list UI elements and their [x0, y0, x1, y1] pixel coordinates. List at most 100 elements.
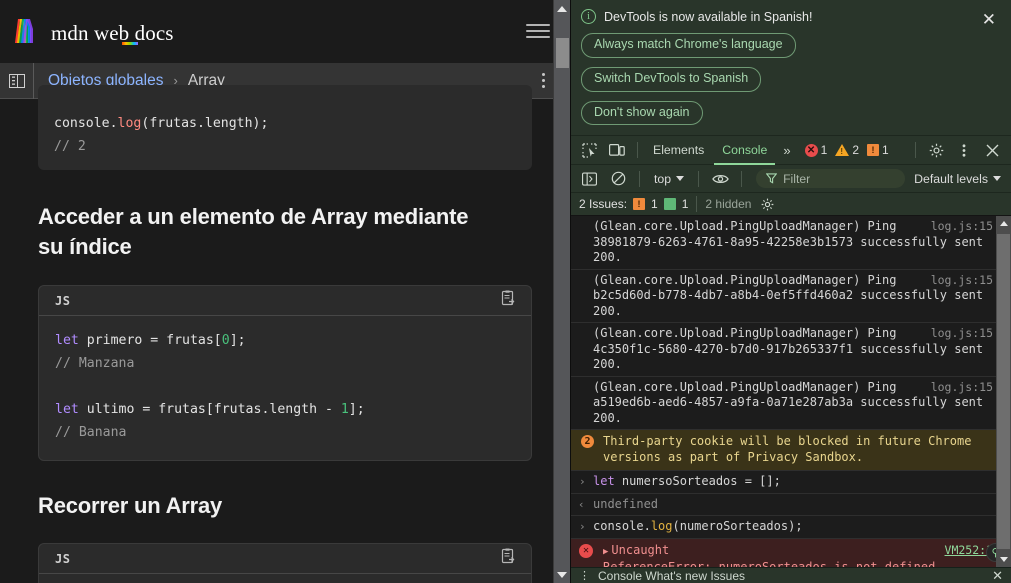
tab-console[interactable]: Console [714, 136, 776, 165]
clipboard-copy-icon[interactable] [500, 290, 517, 312]
console-error-row[interactable]: ✕ VM252:1 ▶Uncaught ReferenceError: nume… [571, 538, 1011, 567]
console-scrollbar[interactable] [996, 216, 1011, 567]
filter-icon [766, 173, 778, 184]
close-devtools-icon[interactable] [979, 138, 1005, 162]
code-block-header: JS [39, 544, 531, 574]
issue-badge-icon: ! [867, 144, 879, 157]
info-badge-icon [663, 198, 676, 211]
console-output[interactable]: log.js:15 (Glean.core.Upload.PingUploadM… [571, 216, 1011, 567]
issues-label: 2 Issues: [579, 197, 628, 212]
devtools-language-banner: i DevTools is now available in Spanish! … [571, 0, 1011, 137]
drawer-kebab-icon[interactable]: ⋮ [579, 569, 590, 582]
console-source-link[interactable]: log.js:15 [931, 326, 993, 342]
console-message-text: (Glean.core.Upload.PingUploadManager) Pi… [593, 272, 984, 318]
code-block-recorrer: JS frutas.forEach(function (elemento, in… [38, 543, 532, 583]
console-log-row[interactable]: log.js:15 (Glean.core.Upload.PingUploadM… [571, 323, 1011, 377]
console-result-row[interactable]: ‹ undefined [571, 494, 1011, 517]
filter-placeholder: Filter [783, 171, 811, 186]
info-count: 1 [681, 197, 689, 212]
warning-badge-icon [835, 144, 850, 157]
console-input-object: console [593, 519, 644, 534]
drawer-tabs-label[interactable]: Console What's new Issues [598, 569, 745, 583]
hamburger-menu-icon[interactable] [526, 18, 550, 44]
chevron-down-icon [676, 176, 685, 182]
console-input-rest: numersoSorteados = []; [614, 474, 781, 489]
error-title: Uncaught [611, 542, 670, 557]
code-content: console.log(frutas.length); // 2 [54, 116, 269, 154]
error-count: ✕ 1 [804, 143, 827, 157]
result-prompt-icon: ‹ [578, 497, 585, 511]
console-log-row[interactable]: log.js:15 (Glean.core.Upload.PingUploadM… [571, 270, 1011, 324]
clipboard-copy-icon[interactable] [500, 548, 517, 570]
code-block-console-log: console.log(frutas.length); // 2 [38, 85, 532, 170]
scrollbar-thumb[interactable] [556, 38, 569, 68]
console-warning-row[interactable]: 2 Third-party cookie will be blocked in … [571, 430, 1011, 472]
devtools-tabbar: Elements Console » ✕1 2 !1 [571, 136, 1011, 166]
inspect-element-icon[interactable] [576, 138, 602, 162]
mdn-logo[interactable]: mdn web docs [14, 18, 190, 45]
device-toolbar-icon[interactable] [604, 138, 630, 162]
sidebar-toggle-icon[interactable] [0, 62, 34, 99]
always-match-language-button[interactable]: Always match Chrome's language [581, 33, 796, 58]
console-source-link[interactable]: log.js:15 [931, 380, 993, 396]
console-input-row[interactable]: › let numersoSorteados = []; [571, 471, 1011, 494]
console-scroll-down-icon[interactable] [996, 552, 1011, 567]
console-scroll-up-icon[interactable] [996, 216, 1011, 231]
kebab-menu-icon[interactable] [951, 138, 977, 162]
mdn-wordmark: mdn web docs [51, 21, 174, 45]
clear-console-icon[interactable] [605, 167, 631, 191]
console-issues-bar[interactable]: 2 Issues: ! 1 1 2 hidden [571, 193, 1011, 217]
sidebar-glyph-icon [8, 73, 25, 88]
console-message-text: (Glean.core.Upload.PingUploadManager) Pi… [593, 379, 984, 425]
banner-close-icon[interactable]: ✕ [977, 9, 1001, 30]
execution-context-value: top [654, 171, 672, 186]
code-language-label: JS [55, 551, 71, 566]
console-input-dot: . [643, 519, 651, 534]
error-badge-icon: ✕ [804, 143, 818, 157]
chevron-down-icon [993, 176, 1001, 182]
console-log-row[interactable]: log.js:15 (Glean.core.Upload.PingUploadM… [571, 377, 1011, 431]
console-settings-gear-icon[interactable] [761, 198, 774, 211]
console-input-row[interactable]: › console.log(numeroSorteados); [571, 516, 1011, 539]
console-source-link[interactable]: log.js:15 [931, 219, 993, 235]
issue-counts[interactable]: ✕1 2 !1 [804, 143, 889, 157]
expand-triangle-icon[interactable]: ▶ [603, 547, 608, 557]
more-tabs-icon[interactable]: » [777, 143, 796, 158]
code-block-acceder: JS let primero = frutas[0]; // Manzana l… [38, 285, 532, 461]
console-result-value: undefined [593, 496, 659, 511]
mdn-browser-pane: mdn web docs Objetos globales › Array co… [0, 0, 570, 583]
console-scrollbar-thumb[interactable] [997, 234, 1010, 549]
dont-show-again-button[interactable]: Don't show again [581, 100, 703, 126]
devtools-drawer-tabbar[interactable]: ⋮ Console What's new Issues ✕ [571, 567, 1011, 583]
log-levels-value: Default levels [914, 171, 988, 186]
code-content: frutas.forEach(function (elemento, indic… [39, 574, 531, 583]
devtools-panel: i DevTools is now available in Spanish! … [570, 0, 1011, 583]
console-log-row[interactable]: log.js:15 (Glean.core.Upload.PingUploadM… [571, 216, 1011, 270]
gear-icon[interactable] [923, 138, 949, 162]
console-input-rest: (numeroSorteados); [672, 519, 803, 534]
console-message-text: Third-party cookie will be blocked in fu… [603, 434, 972, 464]
error-badge-icon: ✕ [579, 543, 593, 558]
scroll-down-arrow-icon[interactable] [554, 566, 570, 583]
console-input-keyword: let [593, 474, 615, 489]
console-filter-input[interactable]: Filter [756, 169, 906, 189]
drawer-close-icon[interactable]: ✕ [992, 568, 1003, 583]
banner-message: DevTools is now available in Spanish! [604, 9, 813, 24]
code-block-header: JS [39, 286, 531, 316]
switch-devtools-language-button[interactable]: Switch DevTools to Spanish [581, 66, 762, 92]
log-levels-selector[interactable]: Default levels [914, 172, 1003, 186]
warning-count: 2 [835, 143, 859, 157]
console-sidebar-icon[interactable] [576, 167, 602, 191]
tab-elements[interactable]: Elements [645, 136, 712, 165]
live-expression-eye-icon[interactable] [707, 167, 733, 191]
execution-context-selector[interactable]: top [648, 172, 690, 186]
console-message-text: (Glean.core.Upload.PingUploadManager) Pi… [593, 326, 984, 372]
page-scrollbar[interactable] [553, 0, 570, 583]
code-content: let primero = frutas[0]; // Manzana let … [55, 333, 365, 440]
console-message-text: (Glean.core.Upload.PingUploadManager) Pi… [593, 219, 984, 265]
console-source-link[interactable]: log.js:15 [931, 273, 993, 289]
input-prompt-icon: › [579, 520, 586, 534]
hidden-messages-label: 2 hidden [705, 197, 752, 212]
section-heading-recorrer: Recorrer un Array [38, 493, 223, 518]
scroll-up-arrow-icon[interactable] [554, 0, 570, 17]
